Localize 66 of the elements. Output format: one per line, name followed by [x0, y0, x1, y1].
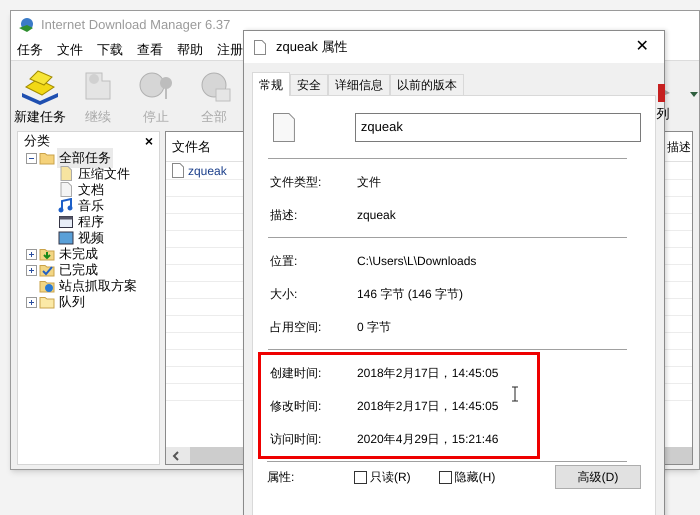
window-title: Internet Download Manager 6.37 [41, 16, 230, 34]
file-icon [172, 163, 184, 178]
field-value: 2018年2月17日，14:45:05 [357, 364, 498, 382]
expand-toggle-icon[interactable] [26, 264, 37, 276]
zip-file-icon [58, 166, 74, 182]
field-label: 文件类型: [270, 174, 322, 190]
field-value: 文件 [357, 174, 381, 190]
music-note-icon [58, 198, 74, 214]
scroll-left-icon[interactable] [172, 450, 180, 460]
folder-icon [39, 246, 55, 262]
field-label: 修改时间: [270, 398, 322, 414]
expand-toggle-icon[interactable] [26, 296, 37, 308]
dialog-title: zqueak 属性 [276, 38, 348, 56]
menu-item[interactable]: 帮助 [177, 40, 203, 60]
toolbar-button[interactable]: 新建任务 [11, 67, 69, 126]
checkbox[interactable] [438, 470, 452, 484]
folder-icon [39, 150, 55, 166]
file-icon [273, 112, 295, 142]
folder-icon [39, 278, 55, 294]
tab[interactable]: 以前的版本 [390, 74, 464, 95]
field-value: 146 字节 (146 字节) [357, 286, 464, 302]
toolbar-button[interactable]: 列 [655, 82, 671, 124]
field-value: 2018年2月17日，14:45:05 [357, 398, 498, 414]
field-label: 大小: [270, 286, 298, 302]
menu-item[interactable]: 任务 [17, 40, 43, 60]
checkbox-label[interactable]: 隐藏(H) [454, 468, 496, 486]
folder-icon [39, 294, 55, 310]
field-label: 占用空间: [270, 318, 322, 336]
advanced-button[interactable]: 高级(D) [555, 465, 641, 489]
app-logo-icon [17, 16, 35, 34]
tab[interactable]: 详细信息 [328, 74, 390, 95]
checkbox[interactable] [354, 470, 367, 484]
checkbox-label[interactable]: 只读(R) [370, 468, 411, 486]
expand-toggle-icon[interactable] [26, 248, 37, 260]
folder-icon [39, 262, 55, 278]
field-label: 描述: [270, 206, 298, 224]
menu-item[interactable]: 查看 [137, 40, 163, 60]
panel-title: 分类 [24, 132, 50, 150]
menu-item[interactable]: 文件 [57, 40, 83, 60]
document-icon [58, 182, 74, 198]
film-icon [58, 230, 74, 246]
text-cursor-icon [511, 386, 519, 402]
file-icon [254, 40, 266, 54]
menu-item[interactable]: 下载 [97, 40, 123, 60]
field-value: 0 字节 [357, 318, 392, 336]
field-label: 位置: [270, 252, 298, 270]
field-label: 创建时间: [270, 364, 322, 382]
close-button[interactable]: ✕ [630, 35, 654, 59]
window-icon [58, 214, 74, 230]
file-name-field[interactable]: zqueak [354, 112, 641, 142]
tab[interactable]: 常规 [252, 72, 290, 96]
file-name[interactable]: zqueak [188, 162, 227, 180]
menu-item[interactable]: 注册 [217, 40, 243, 60]
field-value: C:\Users\L\Downloads [357, 252, 476, 270]
column-header[interactable]: 文件名 [172, 136, 211, 156]
dropdown-arrow-icon[interactable] [690, 92, 698, 97]
field-label: 访问时间: [270, 430, 322, 448]
field-value: zqueak [357, 206, 396, 224]
close-button[interactable]: × [144, 134, 153, 148]
figure-icon [655, 82, 671, 104]
field-label: 属性: [267, 469, 296, 486]
field-value: 2020年4月29日，15:21:46 [357, 430, 498, 448]
column-header[interactable]: 描述 [667, 138, 691, 156]
tree-item[interactable]: 全部任务 [57, 148, 113, 168]
tab[interactable]: 安全 [290, 74, 328, 95]
collapse-toggle-icon[interactable] [26, 152, 37, 164]
